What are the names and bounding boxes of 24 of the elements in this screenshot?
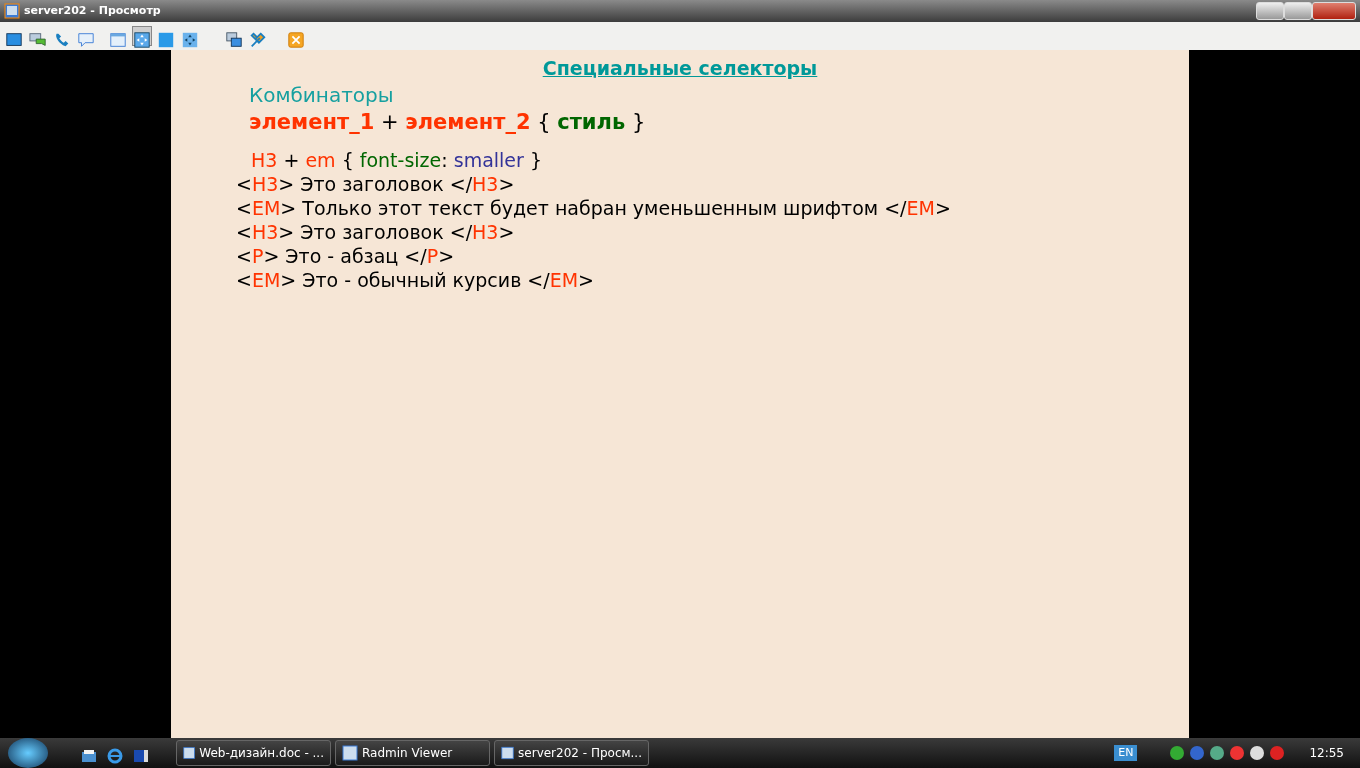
app-icon — [501, 745, 515, 761]
app-icon — [183, 745, 196, 761]
code-line: <H3> Это заголовок </H3> — [236, 172, 515, 196]
taskbar-button[interactable]: Web-дизайн.doc - ... — [176, 740, 331, 766]
css-rule-line: H3 + em { font-size: smaller } — [251, 148, 542, 172]
minimize-button[interactable] — [1256, 2, 1284, 20]
code-line: <H3> Это заголовок </H3> — [236, 220, 515, 244]
slide-title: Специальные селекторы — [542, 57, 818, 79]
syntax-line: элемент_1 + элемент_2 { стиль } — [249, 108, 646, 136]
window-title: server202 - Просмотр — [24, 2, 161, 19]
code-line: <EM> Только этот текст будет набран уменьшенным шрифтом </EM> — [236, 196, 951, 220]
app-icon — [4, 3, 20, 19]
code-line: <EM> Это - обычный курсив </EM> — [236, 268, 595, 292]
fullscreen-button[interactable] — [132, 26, 152, 46]
language-indicator[interactable]: EN — [1114, 744, 1138, 762]
app-icon — [342, 745, 358, 761]
taskbar-button[interactable]: server202 - Просм... — [494, 740, 649, 766]
slide-subtitle: Комбинаторы — [249, 82, 394, 107]
taskbar-button[interactable]: Radmin Viewer — [335, 740, 490, 766]
restore-button[interactable] — [1284, 2, 1312, 20]
close-button[interactable] — [1312, 2, 1356, 20]
code-line: <P> Это - абзац </P> — [236, 244, 455, 268]
start-button[interactable] — [8, 738, 48, 768]
clock: 12:55 — [1309, 745, 1344, 762]
